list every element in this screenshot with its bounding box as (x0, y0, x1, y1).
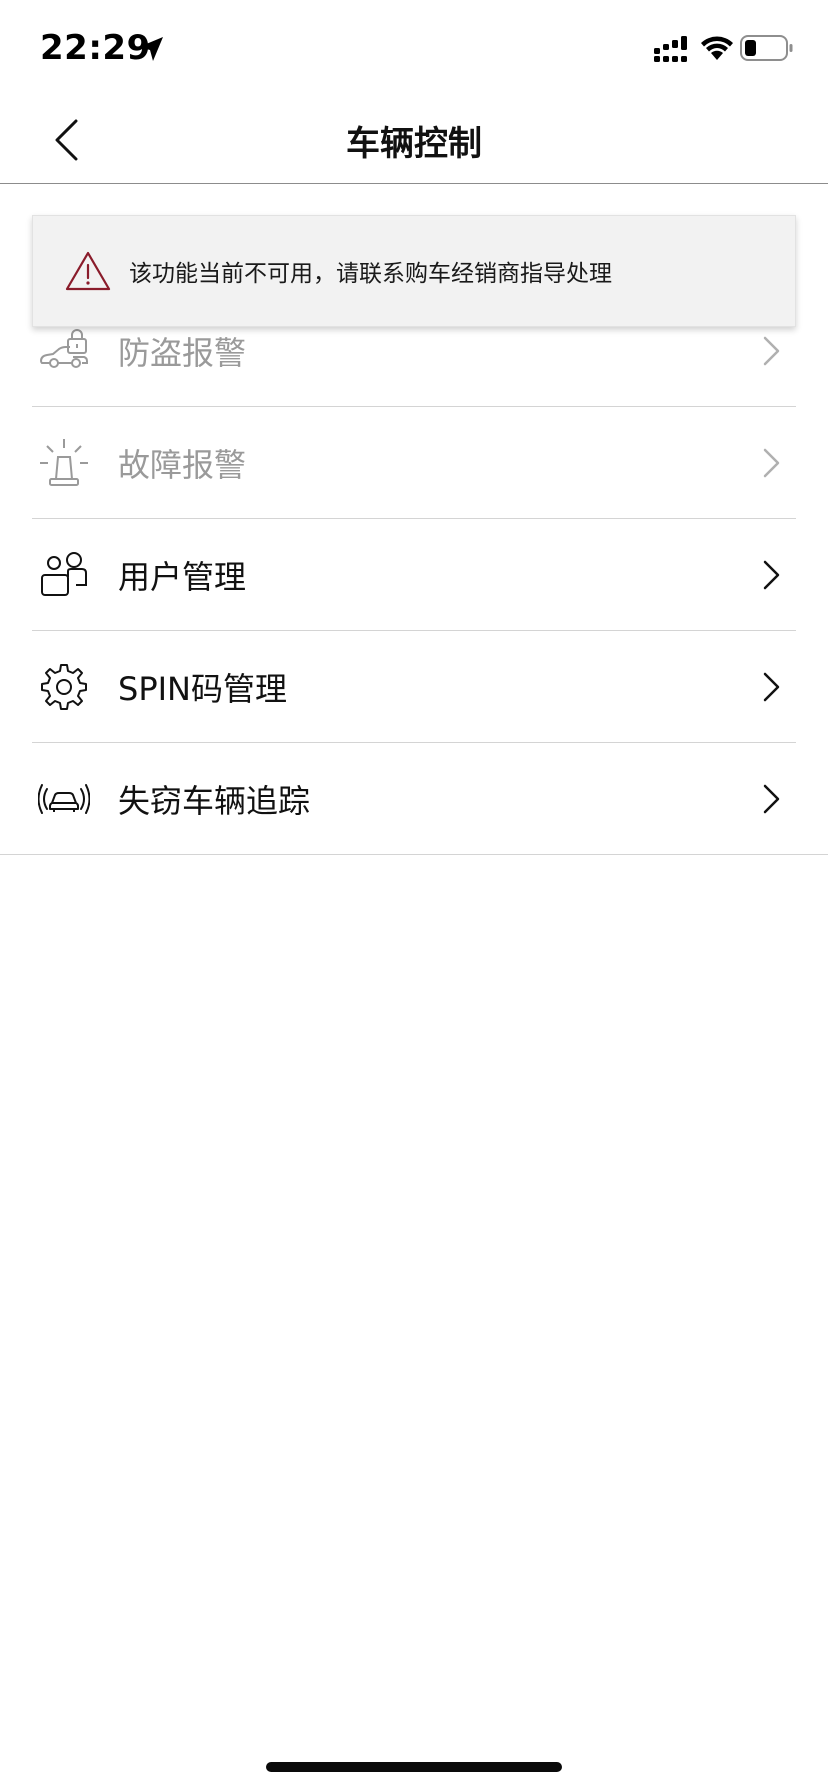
menu-item-user-management[interactable]: 用户管理 (32, 519, 796, 631)
menu-item-label: 防盗报警 (118, 333, 247, 372)
wifi-icon (701, 36, 733, 60)
vehicle-control-menu: 防盗报警 故障报警 用户管理 SPIN码管理 失窃车辆追踪 (0, 295, 828, 855)
users-icon (41, 551, 87, 596)
gear-icon (41, 663, 87, 710)
nav-bar: 车辆控制 (0, 96, 828, 184)
menu-item-label: 故障报警 (118, 445, 247, 484)
status-bar: 22:29 (0, 0, 828, 96)
menu-item-label: 失窃车辆追踪 (118, 781, 311, 820)
status-time: 22:29 (40, 28, 151, 68)
siren-light-icon (40, 438, 88, 486)
unavailable-toast: 该功能当前不可用，请联系购车经销商指导处理 (32, 215, 796, 327)
location-arrow-icon (139, 37, 163, 61)
home-indicator[interactable] (266, 1762, 562, 1772)
chevron-right-icon (763, 784, 780, 813)
chevron-right-icon (763, 560, 780, 589)
warning-triangle-icon (65, 251, 111, 291)
menu-item-fault-alarm[interactable]: 故障报警 (32, 407, 796, 519)
chevron-right-icon (763, 448, 780, 477)
car-tracking-icon (38, 783, 90, 814)
car-lock-icon (40, 328, 88, 368)
screen: 22:29 车辆控制 防盗报警 故障报警 用户管理 SPIN码管理 失窃车辆追踪… (0, 0, 828, 1792)
toast-message: 该功能当前不可用，请联系购车经销商指导处理 (129, 261, 612, 287)
page-title: 车辆控制 (346, 124, 482, 164)
menu-item-label: SPIN码管理 (118, 669, 287, 708)
menu-item-label: 用户管理 (118, 557, 247, 596)
cellular-signal-icon (654, 36, 687, 62)
menu-item-spin-management[interactable]: SPIN码管理 (32, 631, 796, 743)
chevron-right-icon (763, 672, 780, 701)
menu-item-stolen-vehicle-tracking[interactable]: 失窃车辆追踪 (0, 743, 828, 855)
battery-icon (740, 35, 793, 61)
chevron-right-icon (763, 336, 780, 365)
